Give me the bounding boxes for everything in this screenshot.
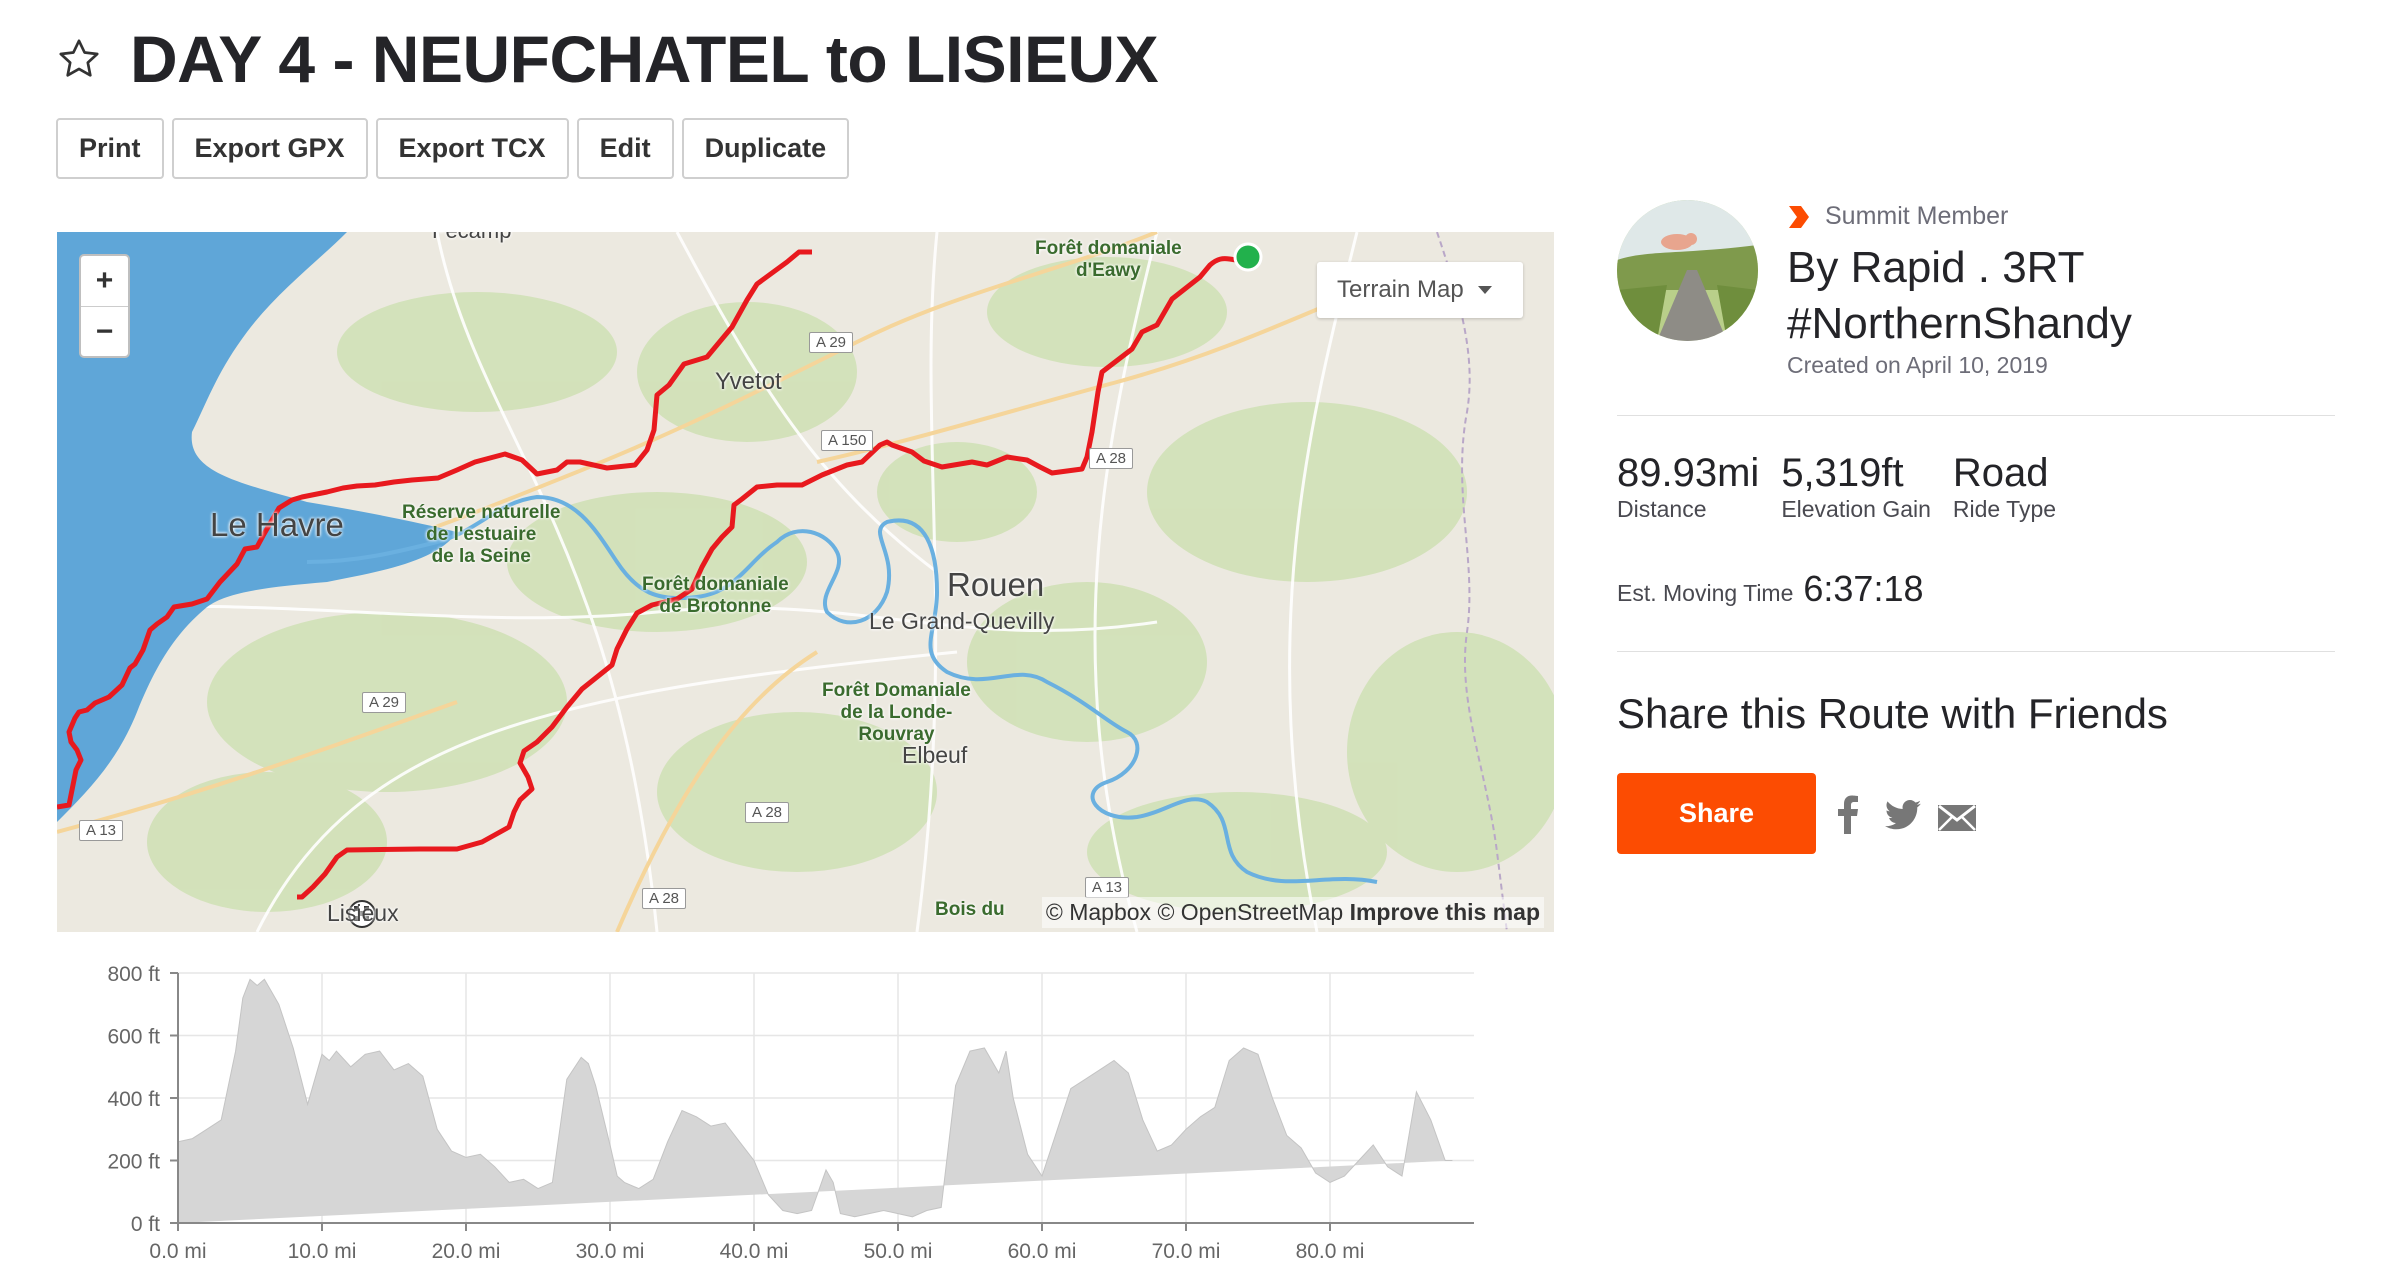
map-layer-select[interactable]: Terrain Map — [1317, 262, 1523, 318]
twitter-icon[interactable] — [1885, 800, 1921, 830]
map-label-le-havre: Le Havre — [210, 506, 344, 543]
stat-value: 89.93mi — [1617, 451, 1760, 495]
moving-time-label: Est. Moving Time — [1617, 580, 1794, 606]
stat-label: Distance — [1617, 496, 1707, 522]
facebook-icon[interactable] — [1837, 794, 1859, 834]
share-button[interactable]: Share — [1617, 773, 1816, 854]
road-a13-west: A 13 — [79, 820, 124, 841]
route-overlay — [297, 242, 1263, 928]
road-a29-north: A 29 — [809, 332, 854, 353]
elevation-chart[interactable]: 0 ft 200 ft 400 ft 600 ft 800 ft 0.0 mi 10.0 m… — [57, 950, 1554, 1280]
x-tick-label: 70.0 mi — [1152, 1240, 1221, 1263]
x-tick-label: 50.0 mi — [864, 1240, 933, 1263]
owner-name[interactable]: By Rapid . 3RT #NorthernShandy — [1787, 240, 2307, 352]
caret-down-icon — [1477, 286, 1492, 294]
stat-label: Elevation Gain — [1781, 496, 1931, 522]
map-label-elbeuf: Elbeuf — [902, 742, 968, 768]
x-tick-label: 20.0 mi — [432, 1240, 501, 1263]
title-row: DAY 4 - NEUFCHATEL to LISIEUX — [56, 18, 1159, 100]
export-tcx-button[interactable]: Export TCX — [375, 118, 569, 179]
elevation-area — [177, 978, 1453, 1223]
moving-time-value: 6:37:18 — [1803, 568, 1924, 609]
stat-elevation: 5,319ft Elevation Gain — [1781, 450, 1931, 523]
mapbox-attribution-link[interactable]: © Mapbox — [1046, 899, 1151, 925]
stat-value: 5,319ft — [1781, 451, 1904, 495]
page-title: DAY 4 - NEUFCHATEL to LISIEUX — [130, 22, 1159, 96]
road-a28-east: A 28 — [1089, 448, 1134, 469]
x-tick-label: 30.0 mi — [576, 1240, 645, 1263]
favorite-star-icon[interactable] — [56, 36, 102, 82]
stat-value: Road — [1952, 451, 2049, 495]
edit-button[interactable]: Edit — [576, 118, 674, 179]
duplicate-button[interactable]: Duplicate — [681, 118, 850, 179]
member-badge-label: Summit Member — [1825, 202, 2009, 230]
stat-label: Ride Type — [1952, 496, 2057, 522]
y-tick-label: 400 ft — [107, 1088, 160, 1111]
map-label-fecamp: Fécamp — [432, 232, 511, 244]
map-layer-label: Terrain Map — [1337, 276, 1464, 303]
map-label-bois: Bois du — [935, 899, 1005, 920]
member-badge: Summit Member — [1787, 202, 2008, 231]
summit-chevron-icon — [1789, 205, 1809, 228]
route-owner-card: Summit Member By Rapid . 3RT #NorthernSh… — [1617, 200, 2337, 400]
map-label-reserve: Réserve naturelle de l'estuaire de la Se… — [402, 502, 561, 567]
map-label-grand-quevilly: Le Grand-Quevilly — [869, 608, 1055, 634]
y-tick-label: 200 ft — [107, 1151, 160, 1174]
elevation-chart-svg: 0 ft 200 ft 400 ft 600 ft 800 ft 0.0 mi 10.0 m… — [107, 963, 1474, 1263]
moving-time: Est. Moving Time 6:37:18 — [1617, 568, 1924, 610]
map-label-foret-eawy: Forêt domaniale d'Eawy — [1035, 238, 1182, 281]
zoom-in-button[interactable]: + — [81, 256, 128, 306]
divider — [1617, 651, 2335, 652]
osm-attribution-link[interactable]: © OpenStreetMap — [1157, 899, 1343, 925]
x-tick-label: 80.0 mi — [1296, 1240, 1365, 1263]
zoom-control: + − — [79, 254, 130, 358]
export-gpx-button[interactable]: Export GPX — [171, 118, 368, 179]
road-a28-mid: A 28 — [745, 802, 790, 823]
share-heading: Share this Route with Friends — [1617, 690, 2168, 737]
x-tick-label: 40.0 mi — [720, 1240, 789, 1263]
road-a13-south: A 13 — [1085, 877, 1130, 898]
map-label-yvetot: Yvetot — [715, 368, 782, 395]
map-label-foret-brotonne: Forêt domaniale de Brotonne — [642, 574, 789, 617]
print-button[interactable]: Print — [56, 118, 164, 179]
created-date: Created on April 10, 2019 — [1787, 352, 2048, 378]
map-attribution: © Mapbox © OpenStreetMap Improve this ma… — [1041, 897, 1544, 928]
y-tick-label: 0 ft — [131, 1213, 160, 1236]
y-tick-label: 800 ft — [107, 963, 160, 986]
y-tick-label: 600 ft — [107, 1026, 160, 1049]
action-bar: Print Export GPX Export TCX Edit Duplica… — [56, 118, 850, 179]
route-map[interactable]: Fécamp Forêt domaniale d'Eawy Yvetot Le … — [57, 232, 1554, 932]
road-a29-west: A 29 — [362, 692, 407, 713]
stat-distance: 89.93mi Distance — [1617, 450, 1759, 523]
map-label-lisieux: Lisieux — [327, 900, 399, 926]
route-start-marker — [1233, 242, 1263, 272]
route-stats: 89.93mi Distance 5,319ft Elevation Gain … — [1617, 450, 2078, 523]
stat-ride-type: Road Ride Type — [1953, 450, 2056, 523]
x-tick-label: 10.0 mi — [288, 1240, 357, 1263]
improve-map-link[interactable]: Improve this map — [1350, 899, 1540, 925]
road-a150: A 150 — [821, 430, 874, 451]
x-tick-label: 0.0 mi — [149, 1240, 206, 1263]
email-icon[interactable] — [1937, 804, 1977, 832]
road-a28-south: A 28 — [642, 888, 687, 909]
avatar[interactable] — [1617, 200, 1758, 341]
map-label-foret-londe: Forêt Domaniale de la Londe- Rouvray — [822, 680, 971, 745]
map-label-rouen: Rouen — [947, 566, 1045, 603]
zoom-out-button[interactable]: − — [81, 306, 128, 356]
x-tick-label: 60.0 mi — [1008, 1240, 1077, 1263]
divider — [1617, 415, 2335, 416]
